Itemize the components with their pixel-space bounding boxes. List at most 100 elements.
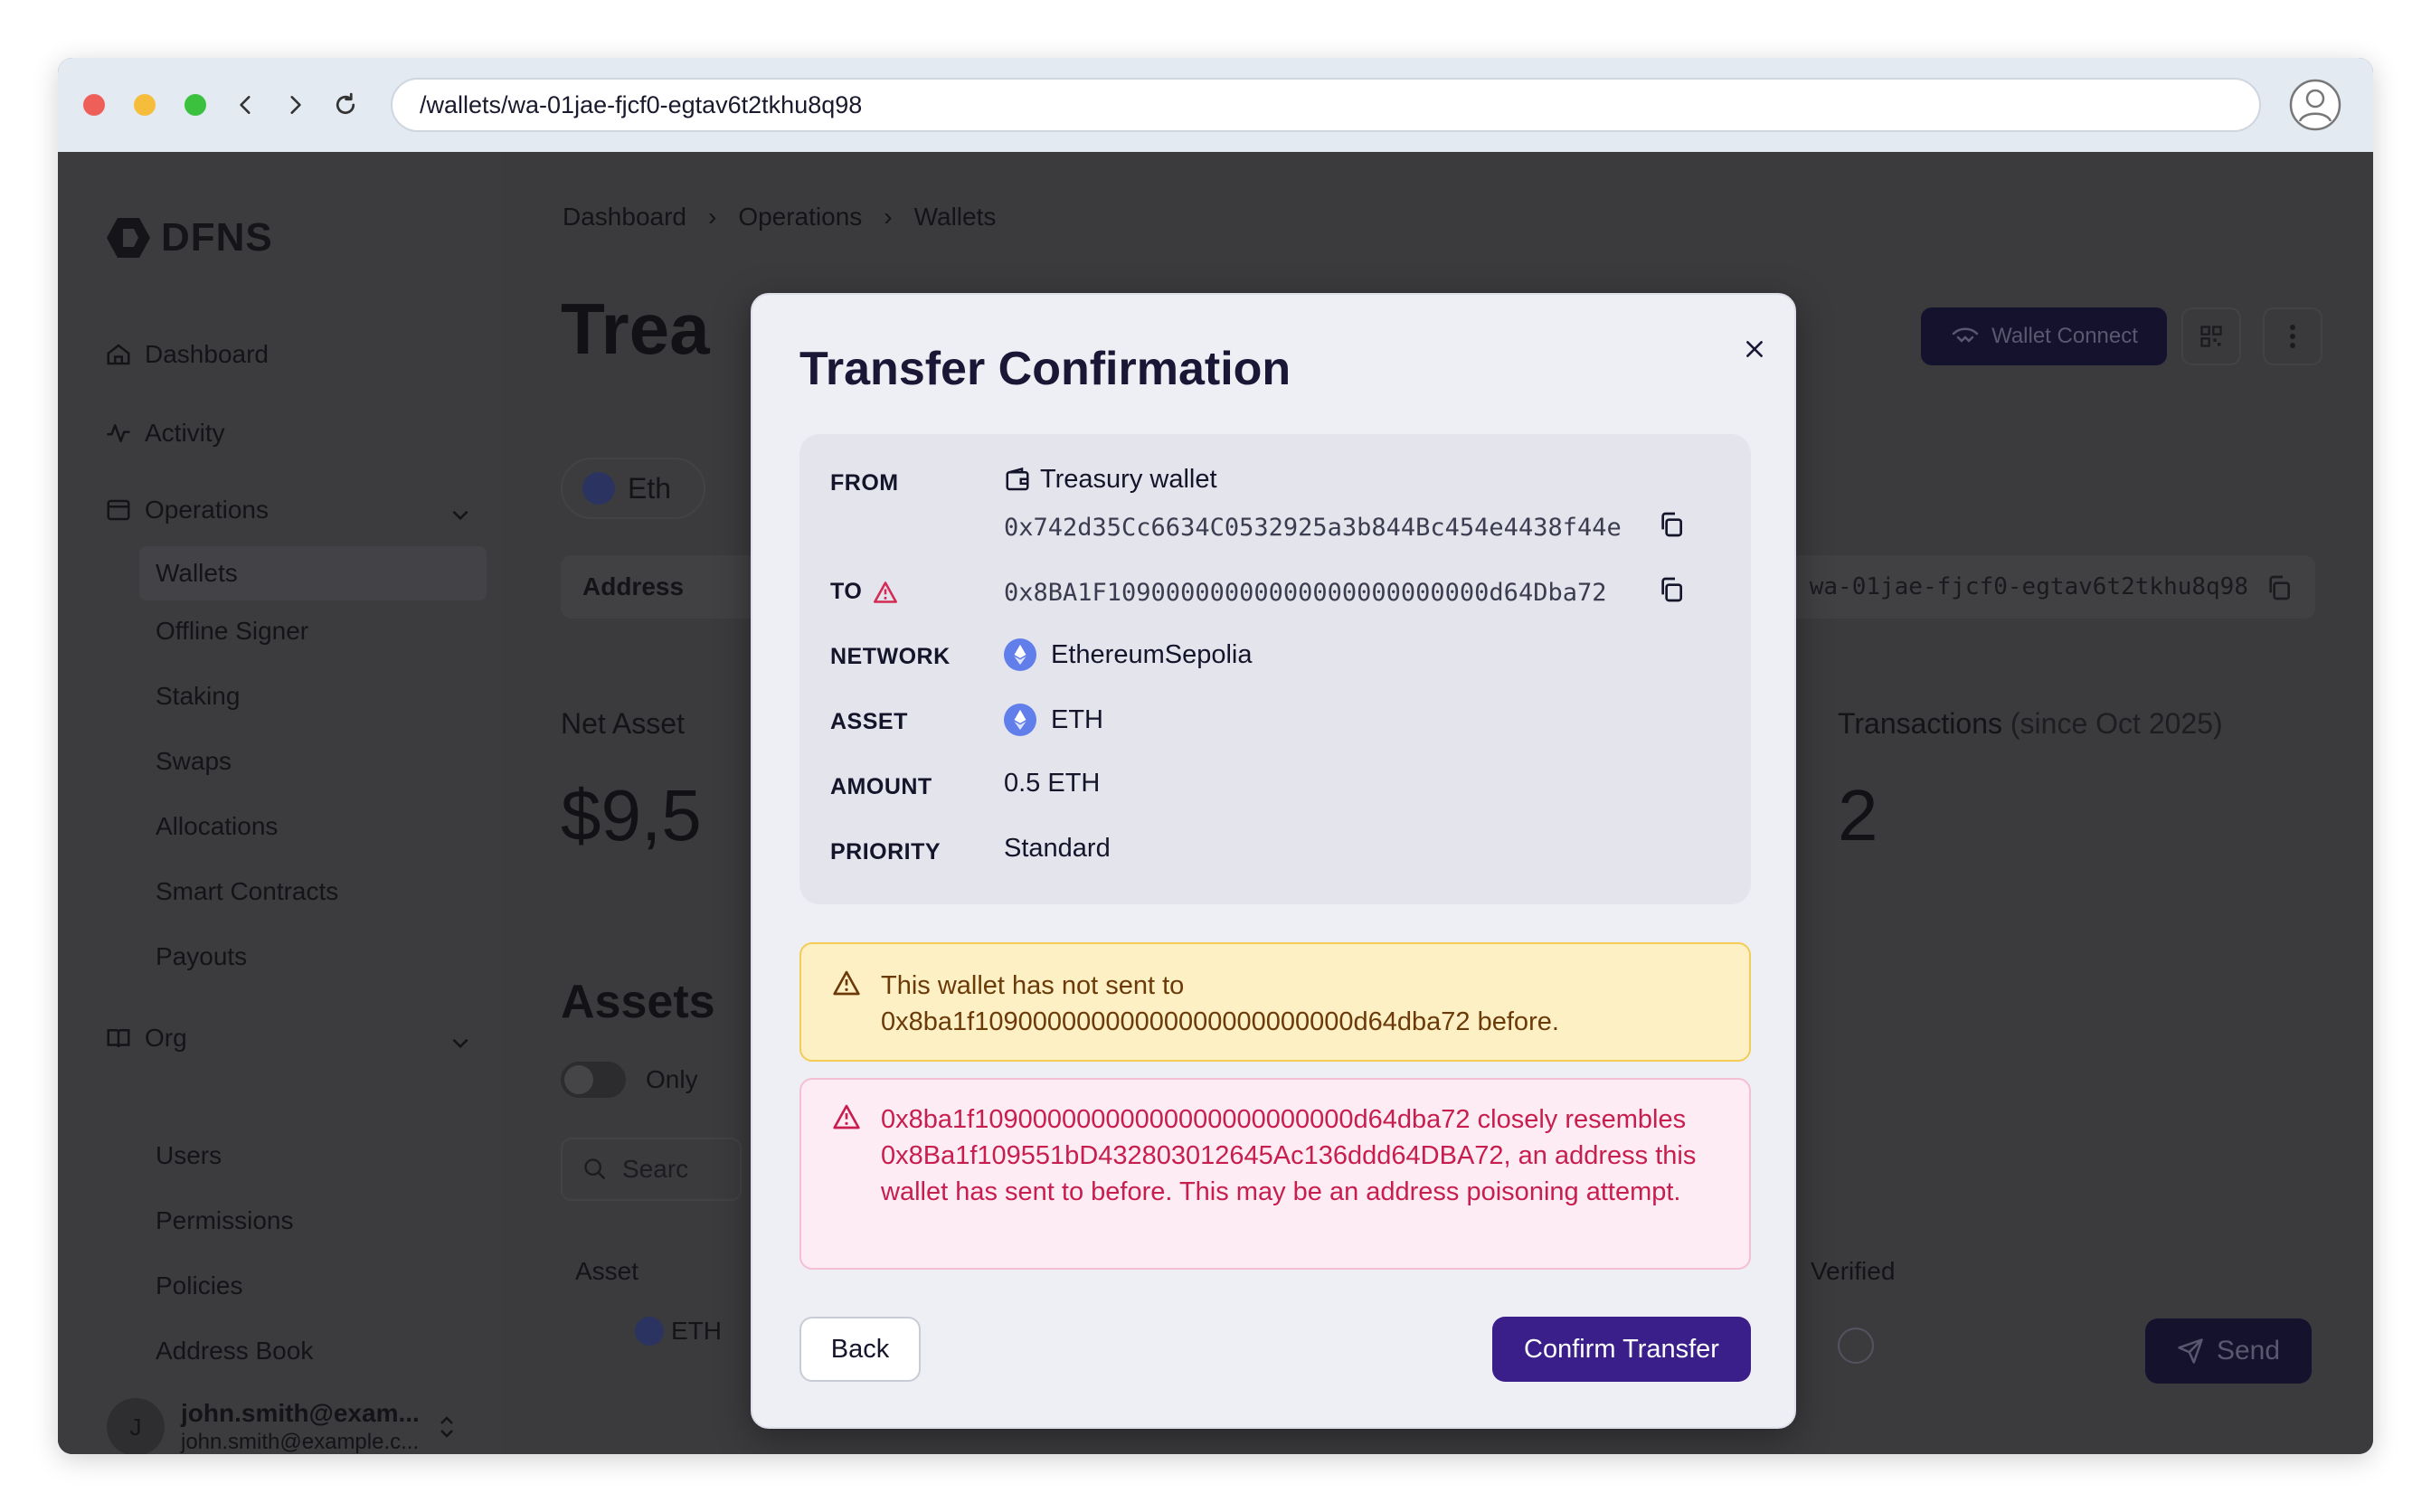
amount-value: 0.5 ETH (1004, 769, 1101, 798)
back-arrow-icon[interactable] (226, 85, 266, 125)
copy-icon[interactable] (2265, 573, 2294, 602)
sidebar-item-users[interactable]: Users (156, 1141, 222, 1170)
dfns-logo[interactable]: DFNS (105, 215, 273, 260)
warning-text: This wallet has not sent to 0x8ba1f10900… (881, 968, 1731, 1040)
logo-text: DFNS (161, 215, 273, 260)
sidebar-item-org[interactable]: Org (105, 1024, 187, 1053)
sidebar-item-label: Org (145, 1024, 187, 1052)
breadcrumb-wallets[interactable]: Wallets (914, 203, 997, 232)
sidebar-item-offline-signer[interactable]: Offline Signer (156, 617, 308, 646)
network-label: NETWORK (830, 644, 951, 669)
copy-icon (1661, 577, 1682, 602)
reload-icon[interactable] (326, 85, 365, 125)
qr-code-button[interactable] (2181, 307, 2241, 365)
minimize-window-button[interactable] (134, 94, 156, 116)
sidebar-item-label: Operations (145, 496, 269, 524)
send-label: Send (2216, 1336, 2281, 1366)
asset-search-input[interactable]: Searc (561, 1138, 742, 1201)
ethereum-icon (582, 472, 615, 505)
copy-to-address-button[interactable] (1655, 573, 1688, 606)
more-options-button[interactable] (2263, 307, 2322, 365)
send-icon (2178, 1338, 2203, 1364)
sidebar-item-operations[interactable]: Operations (105, 496, 485, 524)
maximize-window-button[interactable] (184, 94, 206, 116)
sidebar-item-label: Dashboard (145, 340, 269, 368)
address-label: Address (582, 572, 685, 600)
confirm-transfer-button[interactable]: Confirm Transfer (1492, 1317, 1751, 1382)
operations-icon (107, 499, 130, 521)
from-wallet-name: Treasury wallet (1040, 465, 1217, 494)
profile-icon[interactable] (2288, 78, 2342, 132)
book-icon (107, 1029, 130, 1048)
close-dialog-button[interactable] (1729, 324, 1780, 374)
activity-icon (107, 424, 130, 442)
sidebar-item-dashboard[interactable]: Dashboard (105, 340, 269, 369)
wallet-icon (1006, 467, 1029, 490)
sidebar-item-allocations[interactable]: Allocations (156, 812, 278, 841)
table-row[interactable]: ETH (635, 1317, 722, 1346)
transactions-label: Transactions (since Oct 2025) (1838, 707, 2223, 741)
address-poisoning-alert: 0x8ba1f10900000000000000000000000d64dba7… (799, 1078, 1751, 1270)
sidebar-item-address-book[interactable]: Address Book (156, 1337, 313, 1366)
back-button[interactable]: Back (799, 1317, 921, 1382)
sidebar-item-smart-contracts[interactable]: Smart Contracts (156, 877, 338, 906)
wallet-connect-button[interactable]: Wallet Connect (1921, 307, 2167, 365)
breadcrumb-separator: › (884, 203, 893, 231)
from-wallet: Treasury wallet (1004, 465, 1217, 495)
sidebar-item-activity[interactable]: Activity (105, 419, 225, 448)
amount-label: AMOUNT (830, 774, 932, 799)
sidebar: DFNS Dashboard Activity Operations Walle… (58, 152, 501, 1454)
browser-toolbar: /wallets/wa-01jae-fjcf0-egtav6t2tkhu8q98 (58, 58, 2373, 152)
sidebar-item-staking[interactable]: Staking (156, 682, 240, 711)
forward-arrow-icon[interactable] (275, 85, 315, 125)
wallet-connect-label: Wallet Connect (1991, 324, 2138, 348)
sidebar-item-payouts[interactable]: Payouts (156, 942, 247, 971)
from-label: FROM (830, 470, 899, 496)
chevron-down-icon[interactable] (449, 1031, 472, 1054)
network-name: EthereumSepolia (1051, 639, 1253, 669)
warning-triangle-icon (874, 581, 898, 603)
sidebar-item-swaps[interactable]: Swaps (156, 747, 232, 776)
copy-from-address-button[interactable] (1655, 508, 1688, 541)
new-recipient-warning: This wallet has not sent to 0x8ba1f10900… (799, 942, 1751, 1062)
sidebar-item-policies[interactable]: Policies (156, 1271, 242, 1300)
user-menu[interactable]: J john.smith@exam... john.smith@example.… (107, 1398, 458, 1454)
breadcrumb-operations[interactable]: Operations (738, 203, 862, 232)
warning-line-1: This wallet has not sent to (881, 971, 1185, 1000)
dialog-title: Transfer Confirmation (799, 343, 1291, 395)
net-asset-label: Net Asset (561, 707, 685, 740)
transfer-confirmation-dialog: Transfer Confirmation FROM Treasury wall… (751, 293, 1796, 1429)
to-address: 0x8BA1F10900000000000000000000000d64Dba7… (1004, 579, 1607, 607)
breadcrumb: Dashboard › Operations › Wallets (563, 203, 996, 232)
to-label: TO (830, 579, 863, 604)
network-chip[interactable]: Eth (561, 458, 705, 519)
breadcrumb-dashboard[interactable]: Dashboard (563, 203, 686, 232)
network-value: EthereumSepolia (1004, 638, 1252, 671)
priority-value: Standard (1004, 834, 1111, 863)
avatar: J (107, 1398, 165, 1454)
from-address: 0x742d35Cc6634C0532925a3b844Bc454e4438f4… (1004, 514, 1622, 542)
ethereum-icon (1004, 704, 1036, 736)
copy-icon (1661, 512, 1682, 537)
warning-triangle-icon (833, 970, 860, 996)
priority-label: PRIORITY (830, 839, 941, 865)
close-window-button[interactable] (83, 94, 105, 116)
home-icon (107, 344, 130, 365)
search-placeholder: Searc (622, 1155, 689, 1183)
chevron-down-icon[interactable] (449, 503, 472, 526)
page-title: Trea (561, 288, 710, 369)
search-icon (584, 1158, 606, 1180)
warning-triangle-icon (833, 1104, 860, 1129)
only-toggle[interactable] (561, 1062, 626, 1098)
sidebar-item-permissions[interactable]: Permissions (156, 1206, 293, 1235)
address-bar[interactable]: /wallets/wa-01jae-fjcf0-egtav6t2tkhu8q98 (391, 78, 2261, 132)
sidebar-item-wallets[interactable]: Wallets (139, 546, 487, 600)
chevron-up-down-icon (440, 1416, 453, 1438)
asset-label: ASSET (830, 709, 908, 734)
to-label-row: TO (830, 579, 898, 605)
wallet-id: wa-01jae-fjcf0-egtav6t2tkhu8q98 (1809, 573, 2248, 600)
send-button[interactable]: Send (2145, 1318, 2312, 1384)
wallet-connect-icon (1952, 327, 1979, 343)
assets-heading: Assets (561, 976, 715, 1028)
ethereum-icon (635, 1317, 664, 1346)
